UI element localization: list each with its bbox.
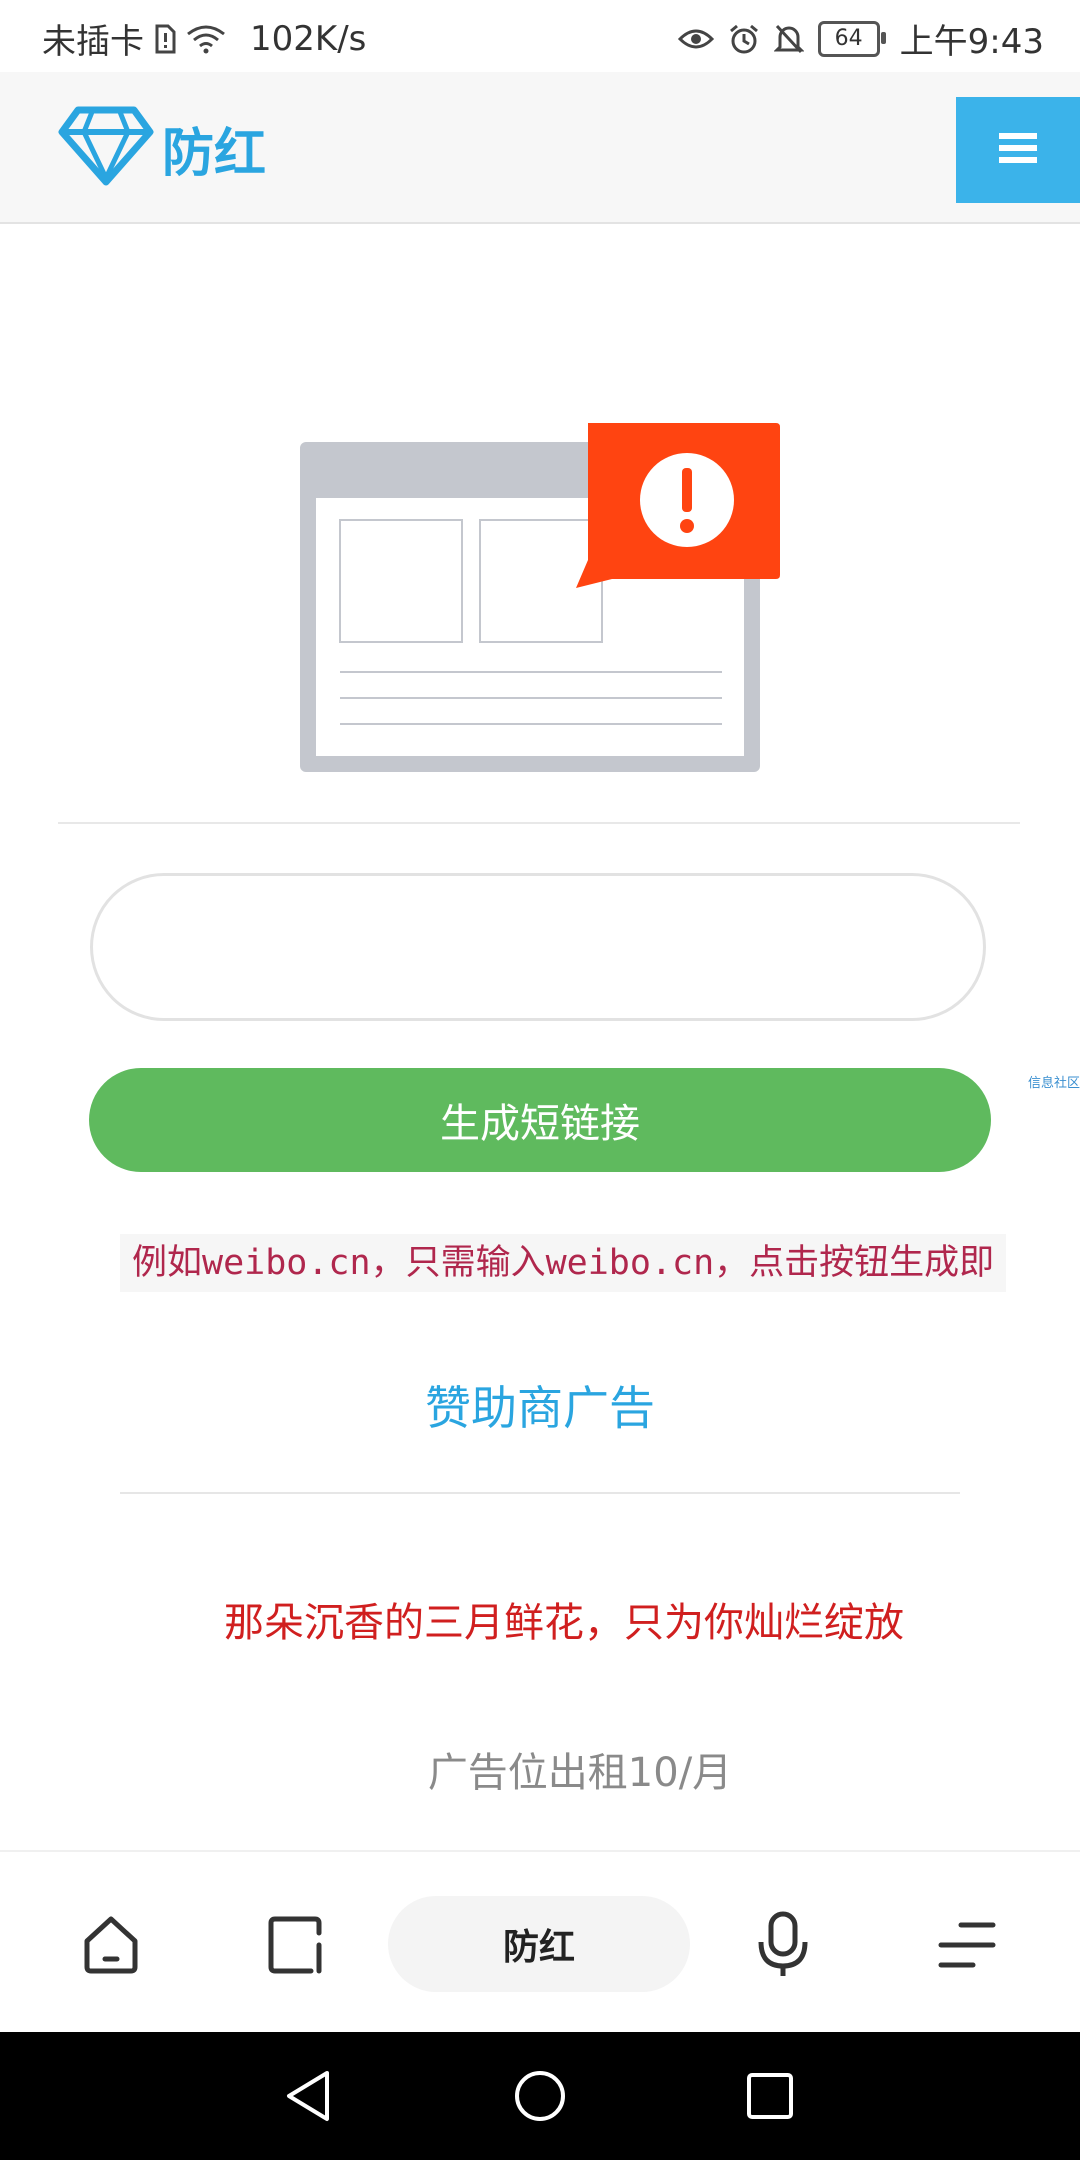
divider bbox=[58, 822, 1020, 824]
sim-icon bbox=[154, 24, 176, 54]
eye-icon bbox=[677, 25, 714, 53]
wifi-icon bbox=[186, 24, 226, 54]
microphone-icon[interactable] bbox=[748, 1910, 818, 1980]
url-input[interactable] bbox=[90, 873, 986, 1021]
site-logo[interactable]: 防红 bbox=[58, 106, 266, 190]
network-speed: 102K/s bbox=[250, 18, 367, 59]
clock: 上午9:43 bbox=[899, 22, 1044, 62]
warning-browser-icon bbox=[296, 420, 786, 780]
tabs-icon[interactable] bbox=[260, 1910, 330, 1980]
address-pill[interactable]: 防红 bbox=[388, 1896, 690, 1992]
menu-icon[interactable] bbox=[932, 1910, 1002, 1980]
status-bar: 未插卡 102K/s 64 上午9:43 bbox=[0, 0, 1080, 72]
generate-short-link-button[interactable]: 生成短链接 bbox=[89, 1068, 991, 1172]
diamond-icon bbox=[58, 106, 154, 190]
system-nav-bar bbox=[0, 2032, 1080, 2160]
back-icon[interactable] bbox=[278, 2066, 338, 2126]
battery-indicator: 64 bbox=[817, 20, 886, 57]
ad-rent-text[interactable]: 广告位出租10/月 bbox=[0, 1740, 1080, 1798]
alarm-icon bbox=[728, 23, 760, 55]
sponsor-title: 赞助商广告 bbox=[425, 1381, 655, 1435]
divider bbox=[120, 1492, 960, 1494]
side-tag[interactable]: 信息社区 bbox=[1028, 1072, 1080, 1091]
menu-button[interactable] bbox=[956, 97, 1080, 203]
browser-bottom-bar: 防红 bbox=[0, 1850, 1080, 2034]
ad-link[interactable]: 那朵沉香的三月鲜花，只为你灿烂绽放 bbox=[224, 1590, 904, 1648]
carrier-label: 未插卡 bbox=[42, 22, 144, 62]
home-icon[interactable] bbox=[76, 1910, 146, 1980]
example-text: 例如weibo.cn，只需输入weibo.cn，点击按钮生成即 bbox=[120, 1234, 1007, 1292]
site-header: 防红 bbox=[0, 72, 1080, 224]
home-circle-icon[interactable] bbox=[510, 2066, 570, 2126]
recents-icon[interactable] bbox=[740, 2066, 800, 2126]
mute-bell-icon bbox=[773, 23, 804, 55]
hamburger-icon bbox=[999, 132, 1037, 168]
logo-text: 防红 bbox=[162, 123, 267, 184]
example-hint: 例如weibo.cn，只需输入weibo.cn，点击按钮生成即 bbox=[120, 1234, 1080, 1292]
